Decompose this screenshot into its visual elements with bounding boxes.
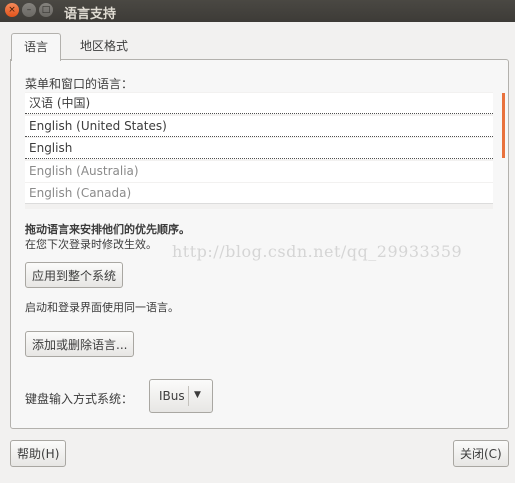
language-list-scrollbar[interactable] [502, 93, 505, 158]
title-bar: × – □ 语言支持 [0, 0, 515, 22]
watermark: http://blog.csdn.net/qq_29933359 [172, 242, 463, 261]
keyboard-input-label: 键盘输入方式系统： [25, 392, 134, 406]
tab-regional-formats[interactable]: 地区格式 [68, 33, 140, 59]
add-remove-languages-button[interactable]: 添加或删除语言... [25, 331, 135, 357]
keyboard-input-value: IBus [159, 389, 185, 403]
help-button[interactable]: 帮助(H) [10, 440, 67, 467]
combo-divider [188, 386, 189, 406]
login-note: 启动和登录界面使用同一语言。 [25, 301, 179, 314]
language-item[interactable]: 汉语 (中国) [25, 93, 493, 114]
close-button[interactable]: 关闭(C) [453, 440, 509, 467]
window-close-button[interactable]: × [5, 3, 19, 17]
drag-subhint: 在您下次登录时修改生效。 [25, 238, 157, 251]
language-list-label: 菜单和窗口的语言： [25, 77, 134, 91]
language-item[interactable]: English (United States) [25, 116, 493, 137]
window-maximize-button[interactable]: □ [39, 3, 53, 17]
keyboard-input-select[interactable]: IBus ▼ [149, 379, 213, 413]
close-icon: × [8, 5, 16, 15]
maximize-icon: □ [41, 5, 51, 15]
language-item[interactable]: English [25, 138, 493, 159]
chevron-down-icon: ▼ [194, 390, 201, 400]
language-item[interactable]: English (Australia) [25, 161, 493, 182]
minimize-icon: – [26, 5, 32, 15]
window-minimize-button[interactable]: – [22, 3, 36, 17]
drag-hint: 拖动语言来安排他们的优先顺序。 [25, 223, 190, 236]
language-list: 汉语 (中国) English (United States) English … [25, 92, 505, 209]
tab-language[interactable]: 语言 [11, 33, 62, 61]
language-item[interactable]: English (Canada) [25, 183, 493, 204]
apply-system-wide-button[interactable]: 应用到整个系统 [25, 262, 124, 288]
window-title: 语言支持 [64, 7, 117, 22]
